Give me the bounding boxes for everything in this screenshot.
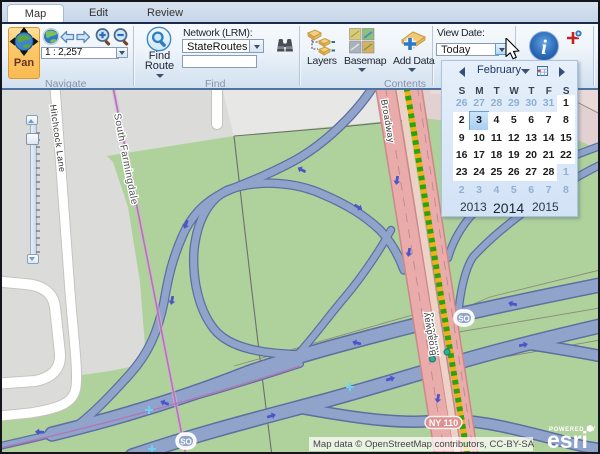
svg-text:i: i [541, 35, 547, 59]
svg-text:SO: SO [458, 315, 470, 324]
svg-text:esri: esri [547, 427, 588, 452]
svg-text:NY 110: NY 110 [429, 418, 458, 428]
svg-text:Map data © OpenStreetMap contr: Map data © OpenStreetMap contributors, C… [313, 439, 535, 450]
svg-text:SO: SO [180, 438, 192, 447]
